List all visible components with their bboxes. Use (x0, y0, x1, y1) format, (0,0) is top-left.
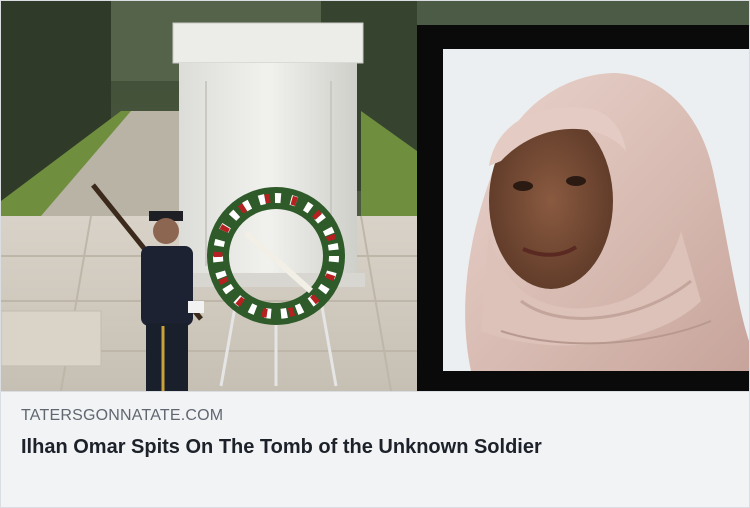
portrait-inset (417, 25, 749, 391)
link-preview-card[interactable]: TATERSGONNATATE.COM Ilhan Omar Spits On … (0, 0, 750, 508)
source-domain: TATERSGONNATATE.COM (21, 407, 224, 424)
article-headline[interactable]: Ilhan Omar Spits On The Tomb of the Unkn… (21, 434, 729, 460)
link-caption[interactable]: TATERSGONNATATE.COM Ilhan Omar Spits On … (1, 391, 749, 507)
tomb-scene (1, 1, 417, 391)
preview-image[interactable] (1, 1, 749, 391)
